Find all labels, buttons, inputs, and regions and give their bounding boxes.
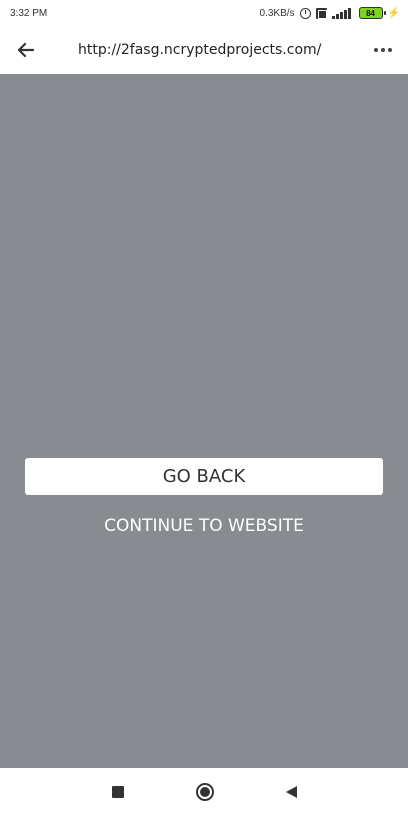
status-bar: 3:32 PM 0.3KB/s 84 ⚡ xyxy=(0,0,408,26)
screen: 3:32 PM 0.3KB/s 84 ⚡ http://2fasg.ncrypt… xyxy=(0,0,408,816)
url-display[interactable]: http://2fasg.ncryptedprojects.com/ xyxy=(50,42,358,58)
system-nav-bar xyxy=(0,768,408,816)
browser-toolbar: http://2fasg.ncryptedprojects.com/ xyxy=(0,26,408,74)
page-content: GO BACK CONTINUE TO WEBSITE xyxy=(0,74,408,768)
charging-icon: ⚡ xyxy=(387,7,400,19)
status-icons: 0.3KB/s 84 ⚡ xyxy=(260,7,400,19)
signal-icon xyxy=(331,7,354,19)
status-time: 3:32 PM xyxy=(10,7,48,19)
network-speed: 0.3KB/s xyxy=(259,7,295,19)
back-arrow-icon[interactable] xyxy=(0,26,50,74)
go-back-button[interactable]: GO BACK xyxy=(25,458,383,495)
alarm-icon xyxy=(299,7,311,19)
battery-icon: 84 xyxy=(358,7,386,19)
back-icon[interactable] xyxy=(285,786,297,798)
home-icon[interactable] xyxy=(195,783,214,801)
continue-to-website-link[interactable]: CONTINUE TO WEBSITE xyxy=(0,511,408,541)
nfc-icon xyxy=(315,7,327,19)
more-options-icon[interactable] xyxy=(358,26,408,74)
battery-level: 84 xyxy=(366,8,375,18)
recents-icon[interactable] xyxy=(111,786,124,798)
